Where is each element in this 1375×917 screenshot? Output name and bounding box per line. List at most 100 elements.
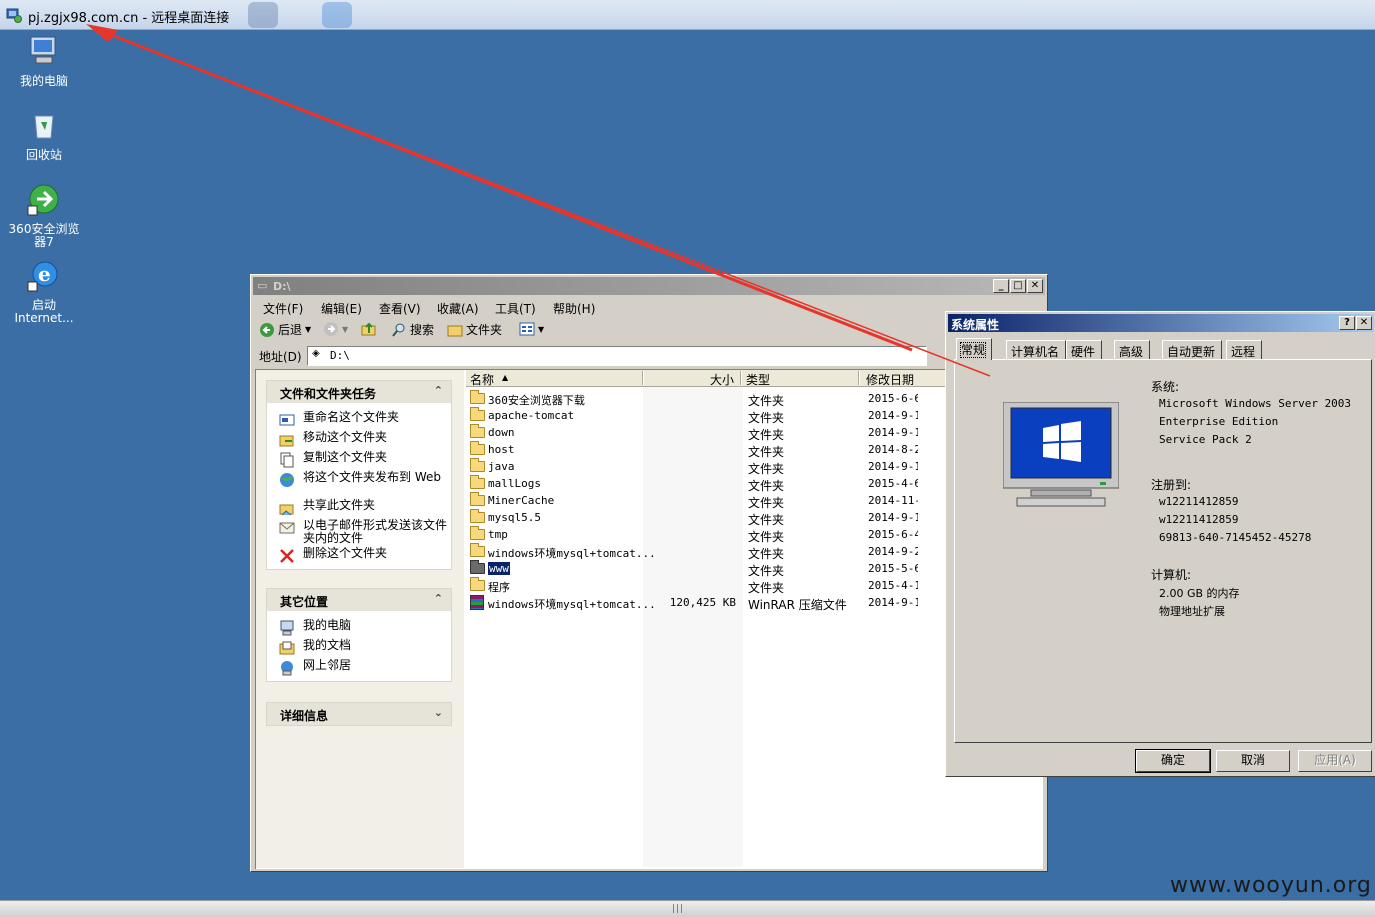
tab-hardware[interactable]: 硬件: [1066, 340, 1103, 359]
folder-icon: [470, 509, 485, 523]
resize-grip-icon[interactable]: |||: [672, 904, 684, 914]
menu-view[interactable]: 查看(V): [379, 300, 421, 317]
cancel-button[interactable]: 取消: [1216, 750, 1290, 772]
delete-icon: [280, 549, 294, 563]
up-folder-icon: [361, 322, 376, 336]
file-name: 360安全浏览器下载: [488, 394, 585, 407]
apply-button[interactable]: 应用(A): [1298, 750, 1372, 772]
file-name: mallLogs: [488, 477, 541, 490]
task-label: 删除这个文件夹: [303, 546, 388, 560]
folder-icon: [470, 458, 485, 472]
explorer-title-bar[interactable]: ▭ D:\ _ □ ✕: [253, 277, 1045, 295]
folder-icon: [470, 543, 485, 557]
address-bar: 地址(D) ◈ D:\: [253, 345, 927, 367]
file-date: 2015-6-4: [868, 528, 918, 541]
file-date: 2014-9-10: [868, 426, 918, 439]
drive-icon: ▭: [257, 279, 268, 292]
maximize-button[interactable]: □: [1010, 279, 1026, 293]
forward-arrow-icon: [324, 322, 338, 336]
desktop-icon-label: 360安全浏览器7: [8, 222, 80, 249]
menu-favorites[interactable]: 收藏(A): [437, 300, 479, 317]
folder-icon: [470, 441, 485, 455]
file-name: tmp: [488, 528, 508, 541]
drive-icon: ◈: [312, 348, 320, 359]
desktop-icon-label: 回收站: [25, 148, 62, 162]
column-divider[interactable]: [740, 371, 742, 385]
address-field[interactable]: ◈ D:\: [307, 346, 927, 366]
file-tasks-header[interactable]: 文件和文件夹任务 ⌃: [267, 381, 451, 403]
column-name[interactable]: 名称: [470, 371, 494, 388]
details-panel: 详细信息 ⌄: [266, 702, 452, 726]
sysprop-title-bar[interactable]: 系统属性 ? ✕: [948, 314, 1374, 332]
close-button[interactable]: ✕: [1356, 316, 1372, 330]
close-button[interactable]: ✕: [1027, 279, 1043, 293]
place-my-documents[interactable]: 我的文档: [267, 639, 451, 659]
globe-icon: [280, 473, 294, 487]
place-network[interactable]: 网上邻居: [267, 659, 451, 679]
rdp-bottom-strip: |||: [0, 900, 1375, 917]
column-type[interactable]: 类型: [746, 371, 770, 388]
tab-label: 远程: [1231, 345, 1256, 359]
task-delete-folder[interactable]: 删除这个文件夹: [267, 547, 451, 567]
ok-button[interactable]: 确定: [1135, 749, 1211, 773]
place-label: 网上邻居: [303, 658, 352, 672]
registered-label: 注册到:: [1151, 478, 1192, 492]
place-label: 我的文档: [303, 638, 352, 652]
product-id: 69813-640-7145452-45278: [1159, 531, 1312, 544]
back-button[interactable]: 后退 ▼: [259, 321, 311, 338]
tab-label: 计算机名: [1011, 345, 1060, 359]
collapse-icon[interactable]: ⌃: [434, 592, 443, 605]
tab-advanced[interactable]: 高级: [1114, 340, 1151, 359]
file-date: 2014-9-24: [868, 545, 918, 558]
task-rename-folder[interactable]: 重命名这个文件夹: [267, 411, 451, 431]
other-places-panel: 其它位置 ⌃ 我的电脑 我的文档 网上邻居: [266, 588, 452, 682]
address-value: D:\: [330, 349, 350, 362]
forward-button[interactable]: ▼: [323, 321, 348, 337]
file-tasks-title: 文件和文件夹任务: [280, 387, 377, 401]
task-copy-folder[interactable]: 复制这个文件夹: [267, 451, 451, 471]
tab-general[interactable]: 常规: [956, 338, 993, 360]
minimize-button[interactable]: _: [993, 279, 1009, 293]
menu-help[interactable]: 帮助(H): [553, 300, 595, 317]
os-name: Microsoft Windows Server 2003: [1159, 397, 1352, 410]
views-button[interactable]: ▼: [519, 321, 544, 337]
desktop-icon-my-computer[interactable]: 我的电脑: [4, 34, 84, 88]
menu-edit[interactable]: 编辑(E): [321, 300, 362, 317]
desktop-icon-recycle-bin[interactable]: 回收站: [4, 108, 84, 162]
help-button[interactable]: ?: [1339, 316, 1355, 330]
task-label: 将这个文件夹发布到 Web: [303, 470, 441, 484]
expand-icon[interactable]: ⌄: [434, 706, 443, 719]
place-my-computer[interactable]: 我的电脑: [267, 619, 451, 639]
tab-remote[interactable]: 远程: [1226, 340, 1263, 359]
tab-automatic-updates[interactable]: 自动更新: [1162, 340, 1223, 359]
documents-icon: [279, 641, 295, 655]
task-email-files[interactable]: 以电子邮件形式发送该文件夹内的文件: [267, 519, 451, 547]
other-places-header[interactable]: 其它位置 ⌃: [267, 589, 451, 611]
column-divider[interactable]: [858, 371, 860, 385]
desktop-icon-360-browser[interactable]: 360安全浏览器7: [4, 182, 84, 249]
system-label: 系统:: [1151, 380, 1180, 394]
computer-label: 计算机:: [1151, 568, 1192, 582]
task-label: 共享此文件夹: [303, 498, 376, 512]
file-date: 2014-11-: [868, 494, 918, 507]
share-folder-icon: [279, 504, 294, 516]
tab-computer-name[interactable]: 计算机名: [1006, 340, 1067, 359]
file-date: 2014-9-10: [868, 511, 918, 524]
column-divider[interactable]: [642, 371, 644, 385]
desktop-icon-internet-explorer[interactable]: e 启动 Internet...: [4, 258, 84, 325]
task-publish-web[interactable]: 将这个文件夹发布到 Web: [267, 471, 451, 499]
up-folder-button[interactable]: [361, 321, 377, 337]
details-header[interactable]: 详细信息 ⌄: [267, 703, 451, 725]
task-move-folder[interactable]: 移动这个文件夹: [267, 431, 451, 451]
file-name: down: [488, 426, 515, 439]
network-icon: [281, 661, 293, 676]
search-button[interactable]: 搜索: [391, 321, 434, 338]
task-label: 移动这个文件夹: [303, 430, 388, 444]
column-size[interactable]: 大小: [710, 371, 734, 388]
task-share-folder[interactable]: 共享此文件夹: [267, 499, 451, 519]
collapse-icon[interactable]: ⌃: [434, 384, 443, 397]
column-modified[interactable]: 修改日期: [866, 371, 914, 388]
folders-button[interactable]: 文件夹: [447, 321, 502, 338]
menu-tools[interactable]: 工具(T): [495, 300, 536, 317]
menu-file[interactable]: 文件(F): [263, 300, 303, 317]
